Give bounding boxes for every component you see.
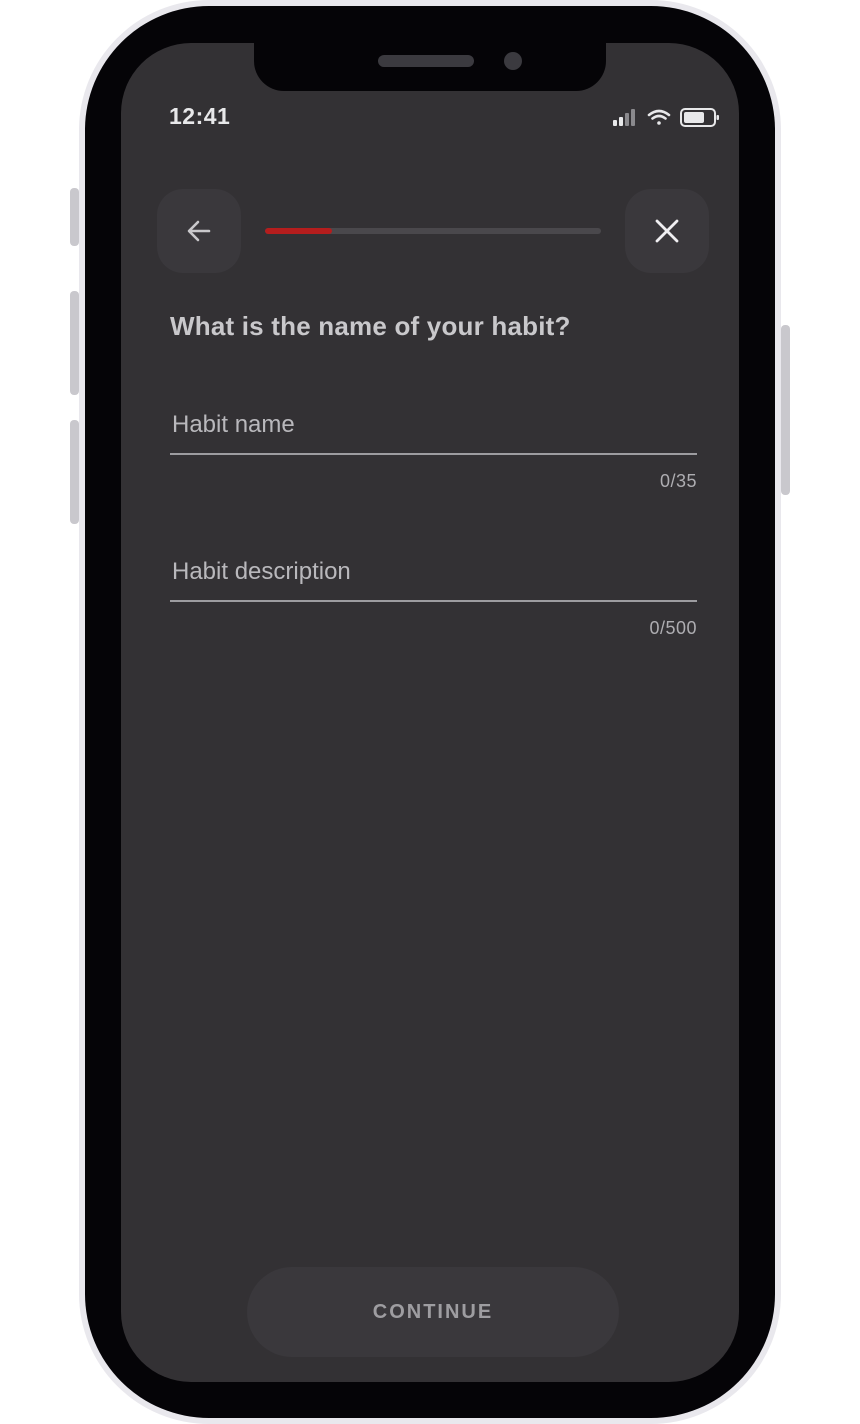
silent-switch — [70, 188, 79, 246]
continue-button[interactable]: CONTINUE — [247, 1267, 619, 1357]
habit-description-field: 0/500 — [170, 558, 697, 639]
battery-icon — [680, 108, 719, 127]
close-button[interactable] — [625, 189, 709, 273]
arrow-left-icon — [187, 220, 211, 242]
notch — [254, 43, 606, 91]
progress-bar — [265, 228, 601, 234]
speaker — [378, 55, 474, 67]
habit-name-field: 0/35 — [170, 411, 697, 492]
front-camera — [504, 52, 522, 70]
wifi-icon — [647, 109, 671, 125]
volume-up-button — [70, 291, 79, 395]
cellular-signal-icon — [613, 109, 635, 126]
habit-description-counter: 0/500 — [649, 618, 697, 638]
habit-description-input[interactable] — [170, 558, 697, 602]
progress-fill — [265, 228, 333, 234]
habit-name-counter: 0/35 — [659, 471, 697, 491]
close-icon — [655, 219, 679, 243]
status-icons — [611, 105, 721, 131]
power-button — [781, 325, 790, 495]
volume-down-button — [70, 420, 79, 524]
habit-name-input[interactable] — [170, 411, 697, 455]
phone-screen: 12:41 What is the name of your habit? Ha… — [121, 43, 739, 1382]
page-title: What is the name of your habit? — [170, 311, 571, 341]
back-button[interactable] — [157, 189, 241, 273]
status-time: 12:41 — [169, 103, 231, 129]
